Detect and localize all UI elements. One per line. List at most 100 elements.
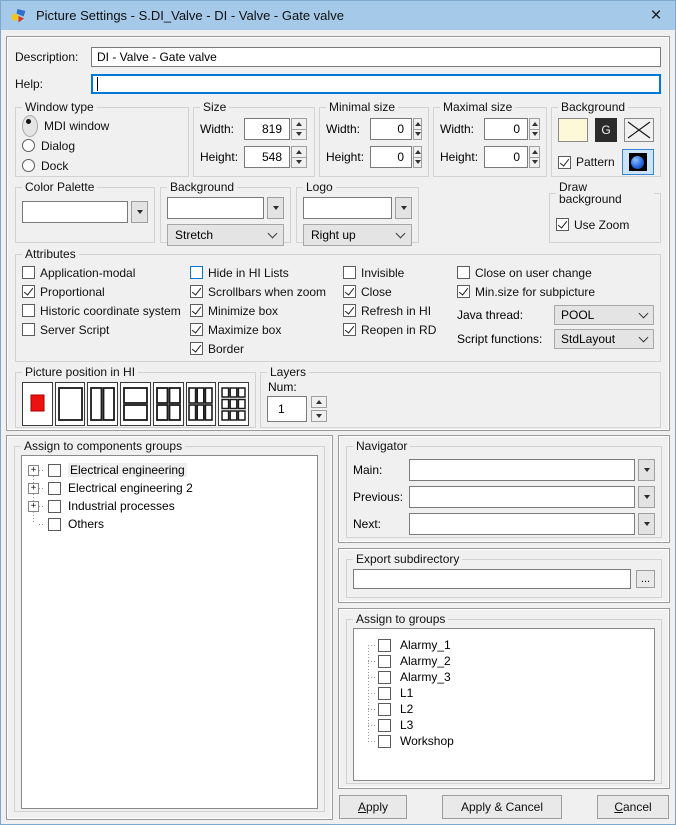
spin-up-icon[interactable] — [311, 396, 327, 408]
spin-up-icon[interactable] — [414, 147, 421, 157]
checkbox-close[interactable]: Close — [343, 282, 457, 301]
radio-mdi-window[interactable]: MDI window — [22, 116, 182, 135]
tree-checkbox[interactable] — [48, 464, 61, 477]
background-color-swatch[interactable] — [558, 118, 588, 142]
picture-position-grid-3x2-button[interactable] — [186, 382, 217, 426]
spin-down-icon[interactable] — [414, 129, 421, 140]
script-functions-select[interactable]: StdLayout — [554, 329, 654, 349]
minimal-height-input[interactable] — [370, 146, 412, 168]
tree-checkbox[interactable] — [378, 687, 391, 700]
spin-down-icon[interactable] — [311, 410, 327, 422]
tree-item-l2[interactable]: L2 — [358, 701, 652, 717]
assign-groups-tree[interactable]: Alarmy_1 Alarmy_2 Alarmy_3 — [353, 628, 655, 781]
background-image-input[interactable] — [167, 197, 264, 219]
spin-up-icon[interactable] — [292, 119, 306, 129]
checkbox-refresh-in-hi[interactable]: Refresh in HI — [343, 301, 457, 320]
checkbox-application-modal[interactable]: Application-modal — [22, 263, 190, 282]
checkbox-scrollbars-when-zoom[interactable]: Scrollbars when zoom — [190, 282, 343, 301]
layers-num-input[interactable] — [267, 396, 307, 422]
browse-button[interactable]: ... — [636, 570, 655, 588]
cancel-button[interactable]: Cancel — [597, 795, 669, 819]
navigator-main-input[interactable] — [409, 459, 635, 481]
tree-item-l1[interactable]: L1 — [358, 685, 652, 701]
dropdown-arrow-icon[interactable] — [638, 459, 655, 481]
tree-checkbox[interactable] — [378, 703, 391, 716]
expand-icon[interactable]: + — [28, 465, 39, 476]
checkbox-close-on-user-change[interactable]: Close on user change — [457, 263, 654, 282]
checkbox-server-script[interactable]: Server Script — [22, 320, 190, 339]
picture-position-grid-2x2-button[interactable] — [153, 382, 184, 426]
minimal-width-input[interactable] — [370, 118, 412, 140]
spin-down-icon[interactable] — [530, 157, 539, 168]
picture-position-2rows-button[interactable] — [120, 382, 151, 426]
logo-input[interactable] — [303, 197, 392, 219]
spin-up-icon[interactable] — [414, 119, 421, 129]
apply-button[interactable]: Apply — [339, 795, 407, 819]
tree-item-workshop[interactable]: Workshop — [358, 733, 652, 749]
navigator-next-input[interactable] — [409, 513, 635, 535]
color-palette-input[interactable] — [22, 201, 128, 223]
spin-down-icon[interactable] — [292, 157, 306, 168]
tree-item-electrical-engineering-2[interactable]: + Electrical engineering 2 — [28, 479, 315, 497]
components-groups-tree[interactable]: + Electrical engineering + Electrical en… — [21, 455, 318, 809]
picture-position-current-button[interactable] — [22, 382, 53, 426]
size-height-input[interactable] — [244, 146, 290, 168]
dropdown-arrow-icon[interactable] — [638, 486, 655, 508]
export-subdirectory-input[interactable] — [353, 569, 631, 589]
radio-dock[interactable]: Dock — [22, 156, 182, 175]
tree-item-alarmy-3[interactable]: Alarmy_3 — [358, 669, 652, 685]
background-mode-select[interactable]: Stretch — [167, 224, 284, 246]
spin-up-icon[interactable] — [530, 147, 539, 157]
tree-checkbox[interactable] — [378, 735, 391, 748]
spin-down-icon[interactable] — [530, 129, 539, 140]
tree-item-industrial-processes[interactable]: + Industrial processes — [28, 497, 315, 515]
tree-checkbox[interactable] — [48, 518, 61, 531]
picture-position-2cols-button[interactable] — [87, 382, 118, 426]
picture-position-full-button[interactable] — [55, 382, 86, 426]
spin-down-icon[interactable] — [292, 129, 306, 140]
pattern-checkbox[interactable]: Pattern — [558, 153, 615, 172]
checkbox-hide-in-hi-lists[interactable]: Hide in HI Lists — [190, 263, 343, 282]
checkbox-border[interactable]: Border — [190, 339, 343, 358]
maximal-width-input[interactable] — [484, 118, 528, 140]
close-icon[interactable]: × — [645, 6, 667, 26]
spin-up-icon[interactable] — [292, 147, 306, 157]
tree-checkbox[interactable] — [378, 655, 391, 668]
checkbox-reopen-in-rd[interactable]: Reopen in RD — [343, 320, 457, 339]
pattern-preview-button[interactable] — [622, 149, 654, 175]
checkbox-invisible[interactable]: Invisible — [343, 263, 457, 282]
spin-up-icon[interactable] — [530, 119, 539, 129]
tree-checkbox[interactable] — [48, 500, 61, 513]
tree-checkbox[interactable] — [48, 482, 61, 495]
tree-checkbox[interactable] — [378, 719, 391, 732]
dropdown-arrow-icon[interactable] — [395, 197, 412, 219]
description-input[interactable] — [91, 47, 661, 67]
tree-checkbox[interactable] — [378, 639, 391, 652]
tree-item-others[interactable]: Others — [28, 515, 315, 533]
logo-position-select[interactable]: Right up — [303, 224, 412, 246]
dropdown-arrow-icon[interactable] — [131, 201, 148, 223]
apply-and-cancel-button[interactable]: Apply & Cancel — [442, 795, 562, 819]
expand-icon[interactable]: + — [28, 483, 39, 494]
maximal-height-input[interactable] — [484, 146, 528, 168]
tree-checkbox[interactable] — [378, 671, 391, 684]
checkbox-minimize-box[interactable]: Minimize box — [190, 301, 343, 320]
java-thread-select[interactable]: POOL — [554, 305, 654, 325]
tree-item-electrical-engineering[interactable]: + Electrical engineering — [28, 461, 315, 479]
expand-icon[interactable]: + — [28, 501, 39, 512]
picture-position-grid-3x3-button[interactable] — [218, 382, 249, 426]
navigator-previous-input[interactable] — [409, 486, 635, 508]
checkbox-maximize-box[interactable]: Maximize box — [190, 320, 343, 339]
size-width-input[interactable] — [244, 118, 290, 140]
checkbox-min-size-for-subpicture[interactable]: Min.size for subpicture — [457, 282, 654, 301]
radio-dialog[interactable]: Dialog — [22, 136, 182, 155]
dropdown-arrow-icon[interactable] — [638, 513, 655, 535]
no-color-button[interactable] — [624, 118, 654, 142]
tree-item-alarmy-1[interactable]: Alarmy_1 — [358, 637, 652, 653]
tree-item-alarmy-2[interactable]: Alarmy_2 — [358, 653, 652, 669]
tree-item-l3[interactable]: L3 — [358, 717, 652, 733]
help-input[interactable] — [91, 74, 661, 94]
checkbox-historic-coordinate-system[interactable]: Historic coordinate system — [22, 301, 190, 320]
checkbox-proportional[interactable]: Proportional — [22, 282, 190, 301]
gradient-button[interactable]: G — [595, 118, 617, 142]
